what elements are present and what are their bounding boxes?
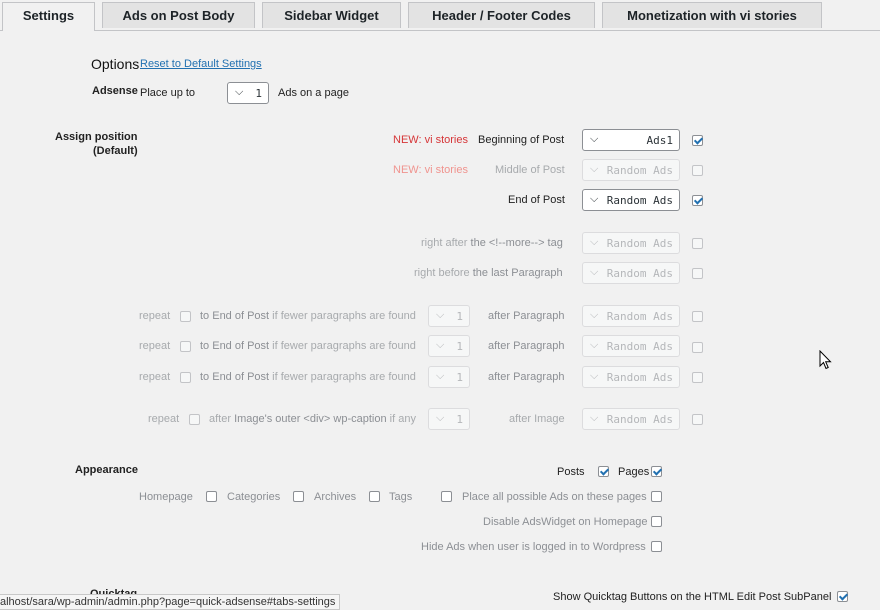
beginning-of-post-checkbox[interactable] — [692, 135, 703, 146]
repeat-checkbox[interactable] — [180, 372, 191, 383]
beginning-of-post-label: Beginning of Post — [478, 134, 565, 146]
tab-settings[interactable]: Settings — [2, 2, 95, 31]
repeat-label: repeat — [139, 340, 171, 352]
after-paragraph-checkbox[interactable] — [692, 372, 703, 383]
last-paragraph-checkbox[interactable] — [692, 268, 703, 279]
appearance-label: Appearance — [75, 464, 138, 476]
options-heading: Options — [91, 56, 140, 72]
more-tag-label: right after the <!--more--> tag — [421, 237, 563, 249]
place-up-to-label: Place up to — [140, 87, 196, 99]
after-paragraph-label: after Paragraph — [488, 340, 565, 352]
more-tag-checkbox[interactable] — [692, 238, 703, 249]
archives-label: Archives — [314, 491, 357, 503]
posts-label: Posts — [557, 466, 585, 478]
chevron-down-icon: ⌵ — [590, 132, 599, 145]
tab-ads-on-post-body[interactable]: Ads on Post Body — [102, 2, 255, 28]
after-paragraph-label: after Paragraph — [488, 371, 565, 383]
repeat-to-end-label: to End of Post if fewer paragraphs are f… — [200, 310, 416, 322]
categories-checkbox[interactable] — [293, 491, 304, 502]
beginning-of-post-select[interactable]: ⌵ Ads1 — [582, 129, 680, 151]
chevron-down-icon: ⌵ — [590, 162, 599, 175]
tags-checkbox[interactable] — [441, 491, 452, 502]
repeat-image-checkbox[interactable] — [189, 414, 200, 425]
place-all-ads-label: Place all possible Ads on these pages — [462, 491, 647, 503]
tab-sidebar-widget[interactable]: Sidebar Widget — [262, 2, 401, 28]
more-tag-select[interactable]: ⌵ Random Ads — [582, 232, 680, 254]
last-paragraph-select[interactable]: ⌵ Random Ads — [582, 262, 680, 284]
reset-default-link[interactable]: Reset to Default Settings — [140, 58, 262, 70]
repeat-checkbox[interactable] — [180, 311, 191, 322]
chevron-down-icon: ⌵ — [436, 338, 445, 351]
homepage-checkbox[interactable] — [206, 491, 217, 502]
tab-monetization-vi-stories[interactable]: Monetization with vi stories — [602, 2, 822, 28]
after-paragraph-select[interactable]: ⌵ Random Ads — [582, 366, 680, 388]
after-paragraph-checkbox[interactable] — [692, 342, 703, 353]
end-of-post-checkbox[interactable] — [692, 195, 703, 206]
mouse-cursor-icon — [819, 350, 832, 370]
chevron-down-icon: ⌵ — [436, 308, 445, 321]
chevron-down-icon: ⌵ — [590, 235, 599, 248]
ads-count-select[interactable]: ⌵ 1 — [227, 82, 269, 104]
after-paragraph-select[interactable]: ⌵ Random Ads — [582, 335, 680, 357]
repeat-label: repeat — [139, 310, 171, 322]
chevron-down-icon: ⌵ — [436, 411, 445, 424]
browser-status-url: alhost/sara/wp-admin/admin.php?page=quic… — [0, 594, 341, 610]
paragraph-number-select[interactable]: ⌵ 1 — [428, 335, 470, 357]
repeat-checkbox[interactable] — [180, 341, 191, 352]
repeat-label: repeat — [139, 371, 171, 383]
vi-stories-badge: NEW: vi stories — [393, 164, 468, 176]
quicktag-buttons-checkbox[interactable] — [837, 591, 848, 602]
homepage-label: Homepage — [139, 491, 193, 503]
pages-label: Pages — [618, 466, 650, 478]
chevron-down-icon: ⌵ — [436, 369, 445, 382]
tab-header-footer-codes[interactable]: Header / Footer Codes — [408, 2, 595, 28]
repeat-to-end-label: to End of Post if fewer paragraphs are f… — [200, 340, 416, 352]
end-of-post-select[interactable]: ⌵ Random Ads — [582, 189, 680, 211]
archives-checkbox[interactable] — [369, 491, 380, 502]
middle-of-post-select[interactable]: ⌵ Random Ads — [582, 159, 680, 181]
tags-label: Tags — [389, 491, 413, 503]
image-caption-label: after Image's outer <div> wp-caption if … — [209, 413, 416, 425]
chevron-down-icon: ⌵ — [590, 308, 599, 321]
last-paragraph-label: right before the last Paragraph — [414, 267, 563, 279]
after-image-checkbox[interactable] — [692, 414, 703, 425]
paragraph-number-select[interactable]: ⌵ 1 — [428, 366, 470, 388]
place-all-ads-checkbox[interactable] — [651, 491, 662, 502]
hide-ads-logged-in-label: Hide Ads when user is logged in to Wordp… — [421, 541, 646, 553]
chevron-down-icon: ⌵ — [590, 369, 599, 382]
chevron-down-icon: ⌵ — [590, 338, 599, 351]
chevron-down-icon: ⌵ — [590, 192, 599, 205]
chevron-down-icon: ⌵ — [590, 411, 599, 424]
after-image-select[interactable]: ⌵ Random Ads — [582, 408, 680, 430]
adsense-label: Adsense — [92, 85, 138, 97]
disable-adswidget-checkbox[interactable] — [651, 516, 662, 527]
categories-label: Categories — [227, 491, 281, 503]
image-number-select[interactable]: ⌵ 1 — [428, 408, 470, 430]
assign-position-default: (Default) — [93, 145, 138, 157]
repeat-label: repeat — [148, 413, 180, 425]
middle-of-post-checkbox[interactable] — [692, 165, 703, 176]
assign-position-label: Assign position — [55, 131, 138, 143]
disable-adswidget-label: Disable AdsWidget on Homepage — [483, 516, 648, 528]
after-paragraph-label: after Paragraph — [488, 310, 565, 322]
quicktag-buttons-label: Show Quicktag Buttons on the HTML Edit P… — [553, 591, 832, 603]
after-image-label: after Image — [509, 413, 565, 425]
vi-stories-badge: NEW: vi stories — [393, 134, 468, 146]
paragraph-number-select[interactable]: ⌵ 1 — [428, 305, 470, 327]
after-paragraph-checkbox[interactable] — [692, 311, 703, 322]
repeat-to-end-label: to End of Post if fewer paragraphs are f… — [200, 371, 416, 383]
ads-on-page-label: Ads on a page — [278, 87, 349, 99]
hide-ads-logged-in-checkbox[interactable] — [651, 541, 662, 552]
end-of-post-label: End of Post — [508, 194, 565, 206]
chevron-down-icon: ⌵ — [235, 85, 244, 98]
pages-checkbox[interactable] — [651, 466, 662, 477]
chevron-down-icon: ⌵ — [590, 265, 599, 278]
posts-checkbox[interactable] — [598, 466, 609, 477]
after-paragraph-select[interactable]: ⌵ Random Ads — [582, 305, 680, 327]
middle-of-post-label: Middle of Post — [495, 164, 565, 176]
